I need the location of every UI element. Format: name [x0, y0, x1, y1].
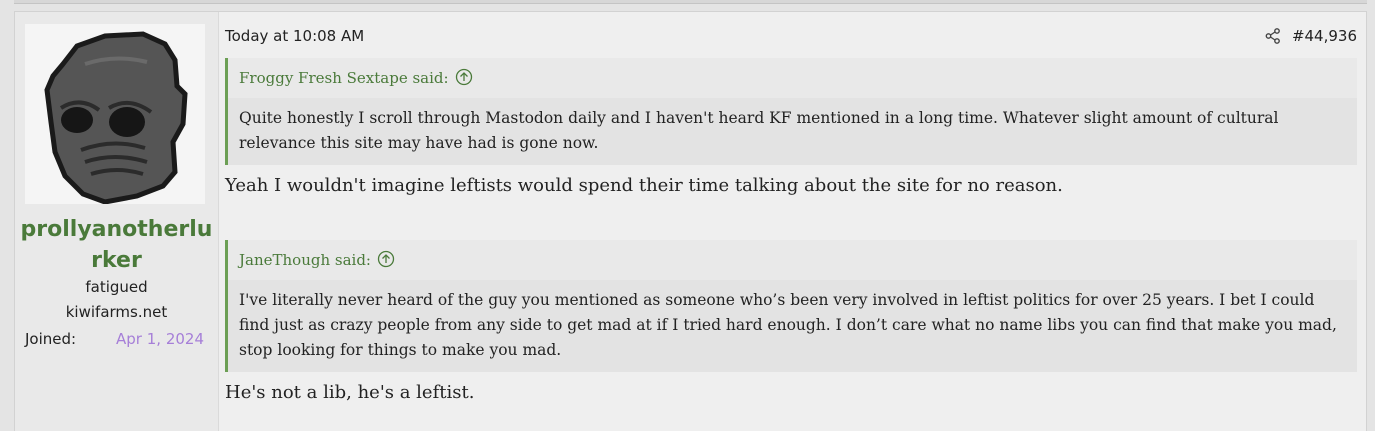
quote-header: JaneThough said: [228, 240, 1357, 280]
forum-post: prollyanotherlu rker fatigued kiwifarms.… [14, 11, 1367, 431]
quote-content: I've literally never heard of the guy yo… [228, 280, 1357, 372]
quote-author[interactable]: Froggy Fresh Sextape said: [239, 69, 449, 87]
quote-block: Froggy Fresh Sextape said: Quite honestl… [225, 58, 1357, 165]
share-icon[interactable] [1265, 28, 1281, 44]
quote-line: stop looking for things to make you mad. [239, 341, 562, 359]
user-title: fatigued [85, 278, 148, 296]
username-link[interactable]: prollyanotherlu rker [15, 214, 218, 276]
quote-author[interactable]: JaneThough said: [239, 251, 371, 269]
previous-post-edge [14, 0, 1367, 4]
reply-text: He's not a lib, he's a leftist. [225, 382, 475, 403]
gray-face-avatar-icon [44, 31, 188, 204]
username-line-2: rker [91, 248, 142, 273]
quote-line: I've literally never heard of the guy yo… [239, 291, 1315, 309]
joined-label: Joined: [25, 330, 77, 348]
user-info-panel: prollyanotherlu rker fatigued kiwifarms.… [15, 12, 219, 431]
user-avatar[interactable] [25, 24, 205, 204]
quote-line: Quite honestly I scroll through Mastodon… [239, 109, 1279, 127]
post-timestamp[interactable]: Today at 10:08 AM [225, 27, 364, 45]
quote-block: JaneThough said: I've literally never he… [225, 240, 1357, 372]
jump-to-quote-icon[interactable] [377, 250, 395, 268]
post-number-link[interactable]: #44,936 [1292, 27, 1357, 45]
joined-date: Apr 1, 2024 [116, 330, 204, 348]
username-line-1: prollyanotherlu [20, 217, 213, 242]
quote-line: relevance this site may have had is gone… [239, 134, 599, 152]
jump-to-quote-icon[interactable] [455, 68, 473, 86]
quote-line: find just as crazy people from any side … [239, 316, 1337, 334]
quote-content: Quite honestly I scroll through Mastodon… [228, 98, 1357, 165]
reply-text: Yeah I wouldn't imagine leftists would s… [225, 175, 1063, 196]
quote-header: Froggy Fresh Sextape said: [228, 58, 1357, 98]
user-site: kiwifarms.net [65, 303, 168, 321]
